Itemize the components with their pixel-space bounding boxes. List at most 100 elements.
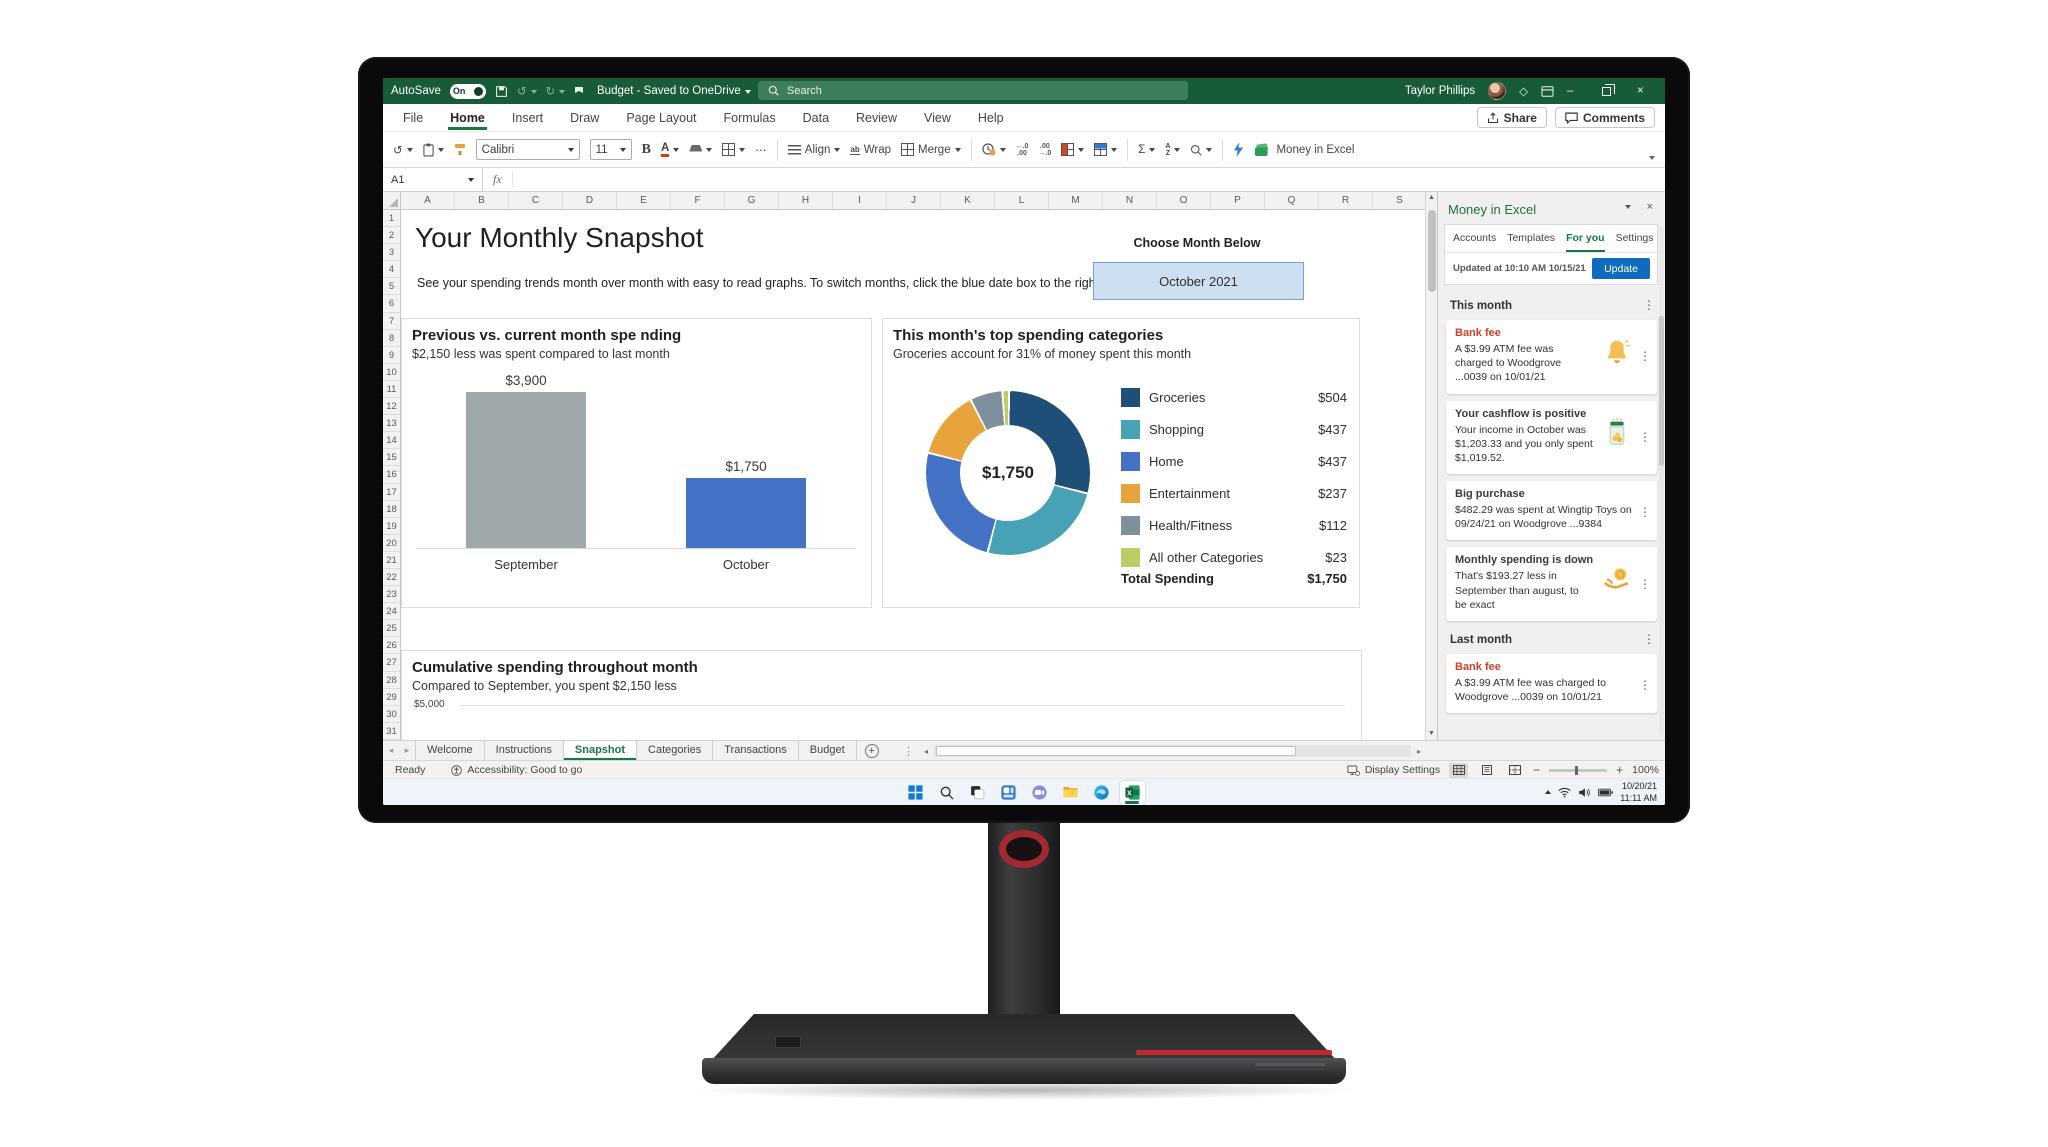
taskbar-start-button[interactable] [903, 781, 928, 805]
column-header-D[interactable]: D [563, 192, 617, 209]
taskbar-search-button[interactable] [934, 781, 959, 805]
more-options-icon[interactable]: ⋮ [1639, 505, 1651, 519]
formula-input[interactable] [513, 168, 1665, 191]
row-header-6[interactable]: 6 [383, 295, 400, 312]
update-button[interactable]: Update [1592, 258, 1650, 279]
format-painter-icon[interactable] [454, 143, 466, 156]
borders-button[interactable] [722, 143, 745, 156]
row-header-9[interactable]: 9 [383, 347, 400, 364]
hscroll-right-icon[interactable]: ▸ [1413, 747, 1425, 756]
more-options-icon[interactable]: ⋮ [1639, 577, 1651, 591]
row-header-8[interactable]: 8 [383, 330, 400, 347]
collapse-ribbon-icon[interactable] [1649, 156, 1655, 163]
column-header-R[interactable]: R [1319, 192, 1373, 209]
row-header-16[interactable]: 16 [383, 466, 400, 483]
scroll-down-icon[interactable]: ▼ [1426, 728, 1437, 740]
redo-icon[interactable]: ↻ [546, 84, 566, 98]
number-format-button[interactable] [982, 143, 1006, 156]
column-header-N[interactable]: N [1103, 192, 1157, 209]
row-header-4[interactable]: 4 [383, 261, 400, 278]
sheet-tab-categories[interactable]: Categories [637, 741, 713, 760]
merge-center-button[interactable]: Merge [901, 143, 961, 156]
column-header-S[interactable]: S [1373, 192, 1425, 209]
column-header-C[interactable]: C [509, 192, 563, 209]
sheet-nav-left-icon[interactable]: ◂ [383, 741, 399, 760]
row-header-23[interactable]: 23 [383, 586, 400, 603]
menu-tab-help[interactable]: Help [976, 106, 1006, 130]
pane-collapse-icon[interactable] [1625, 201, 1631, 213]
zoom-slider-thumb[interactable] [1575, 766, 1578, 775]
column-header-I[interactable]: I [833, 192, 887, 209]
row-header-18[interactable]: 18 [383, 501, 400, 518]
page-break-view-button[interactable] [1505, 763, 1524, 778]
sort-filter-button[interactable]: AZ [1165, 143, 1180, 157]
format-as-table-button[interactable] [1094, 143, 1117, 156]
column-header-K[interactable]: K [941, 192, 995, 209]
wrap-text-button[interactable]: abWrap [850, 144, 891, 156]
pane-tab-accounts[interactable]: Accounts [1453, 232, 1496, 252]
row-header-22[interactable]: 22 [383, 569, 400, 586]
column-header-A[interactable]: A [401, 192, 455, 209]
menu-tab-draw[interactable]: Draw [568, 106, 601, 130]
menu-tab-page-layout[interactable]: Page Layout [624, 106, 698, 130]
document-title[interactable]: Budget - Saved to OneDrive [597, 78, 751, 104]
minimize-button[interactable]: – [1567, 85, 1589, 97]
fill-color-button[interactable] [689, 145, 712, 155]
decrease-decimal-button[interactable]: .00→.0 [1038, 143, 1051, 157]
column-header-B[interactable]: B [455, 192, 509, 209]
menu-tab-file[interactable]: File [401, 106, 425, 130]
taskbar-excel-button[interactable]: X [1120, 781, 1145, 805]
sheet-nav-right-icon[interactable]: ▸ [399, 741, 415, 760]
bold-button[interactable]: B [642, 142, 651, 158]
sheet-tab-instructions[interactable]: Instructions [485, 741, 564, 760]
zoom-in-button[interactable]: + [1616, 763, 1623, 777]
page-layout-view-button[interactable] [1477, 763, 1496, 778]
undo-icon[interactable]: ↺ [517, 84, 537, 98]
scroll-up-icon[interactable]: ▲ [1426, 192, 1437, 204]
horizontal-scrollbar[interactable] [934, 745, 1411, 757]
column-header-J[interactable]: J [887, 192, 941, 209]
row-header-27[interactable]: 27 [383, 654, 400, 671]
taskbar-explorer-button[interactable] [1058, 781, 1083, 805]
accessibility-status[interactable]: Accessibility: Good to go [451, 764, 582, 776]
share-button[interactable]: Share [1477, 107, 1547, 128]
tray-chevron-up-icon[interactable] [1545, 787, 1551, 794]
row-header-17[interactable]: 17 [383, 484, 400, 501]
pane-tab-settings[interactable]: Settings [1616, 232, 1654, 252]
menu-tab-data[interactable]: Data [801, 106, 831, 130]
splitter-icon[interactable]: ⋮ [903, 745, 914, 758]
restore-button[interactable] [1602, 87, 1624, 96]
autosum-button[interactable]: Σ [1138, 144, 1155, 156]
autosave-toggle[interactable]: On [450, 84, 486, 99]
more-options-icon[interactable]: ⋮ [1639, 349, 1651, 363]
font-size-select[interactable]: 11 [590, 139, 632, 160]
menu-tab-home[interactable]: Home [448, 106, 487, 130]
row-header-30[interactable]: 30 [383, 706, 400, 723]
column-header-Q[interactable]: Q [1265, 192, 1319, 209]
row-header-25[interactable]: 25 [383, 620, 400, 637]
sheet-canvas[interactable]: Your Monthly Snapshot See your spending … [401, 210, 1425, 740]
taskbar-edge-button[interactable] [1089, 781, 1114, 805]
row-header-28[interactable]: 28 [383, 672, 400, 689]
row-header-19[interactable]: 19 [383, 518, 400, 535]
month-selector[interactable]: October 2021 [1093, 262, 1304, 300]
analyze-data-icon[interactable] [1233, 142, 1244, 157]
font-name-select[interactable]: Calibri [476, 139, 580, 160]
sheet-tab-snapshot[interactable]: Snapshot [564, 741, 637, 760]
money-in-excel-button[interactable]: Money in Excel [1254, 143, 1354, 157]
avatar[interactable] [1488, 82, 1506, 100]
comments-button[interactable]: Comments [1555, 107, 1655, 128]
vertical-scroll-thumb[interactable] [1428, 210, 1436, 292]
row-header-26[interactable]: 26 [383, 637, 400, 654]
zoom-level[interactable]: 100% [1632, 764, 1659, 776]
column-header-H[interactable]: H [779, 192, 833, 209]
save-icon[interactable] [495, 85, 508, 98]
taskbar-widgets-button[interactable] [996, 781, 1021, 805]
gem-icon[interactable]: ◇ [1519, 84, 1528, 98]
row-header-29[interactable]: 29 [383, 689, 400, 706]
vertical-scrollbar[interactable]: ▲ ▼ [1425, 192, 1437, 740]
insert-function-icon[interactable]: fx [483, 172, 513, 187]
row-header-1[interactable]: 1 [383, 210, 400, 227]
row-header-7[interactable]: 7 [383, 313, 400, 330]
sheet-tab-welcome[interactable]: Welcome [415, 741, 485, 760]
